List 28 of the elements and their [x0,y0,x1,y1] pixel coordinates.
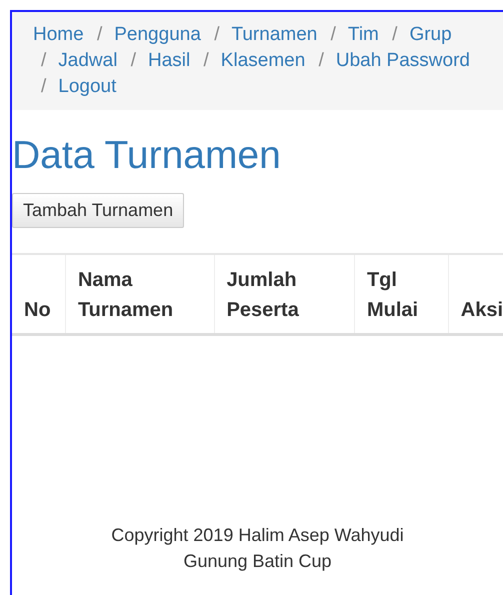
breadcrumb-separator: / [40,50,48,71]
breadcrumb-link[interactable]: Hasil [148,50,190,71]
column-header: Nama Turnamen [65,254,214,334]
breadcrumb-separator: / [330,24,337,45]
footer-text: Gunung Batin Cup [183,550,332,573]
page-title: Data Turnamen [12,134,282,178]
breadcrumb-link[interactable]: Grup [409,24,452,45]
breadcrumb-separator: / [202,50,210,71]
column-header: Aksi [448,254,503,334]
breadcrumb-separator: / [130,50,137,71]
breadcrumb-separator: / [318,50,325,71]
breadcrumb-link[interactable]: Pengguna [114,24,201,45]
breadcrumb-link[interactable]: Turnamen [231,24,318,45]
breadcrumb-separator: / [391,24,398,45]
breadcrumb-separator: / [96,24,104,45]
breadcrumb-separator: / [40,76,48,97]
column-header: Jumlah Peserta [214,254,354,334]
breadcrumb-link[interactable]: Logout [58,76,116,97]
column-header: Tgl Mulai [354,254,448,334]
footer-text: Copyright 2019 Halim Asep Wahyudi [111,524,404,547]
column-header: No [12,254,66,334]
add-tournament-button[interactable]: Tambah Turnamen [12,193,184,228]
breadcrumb-link[interactable]: Tim [348,24,379,45]
breadcrumb-link[interactable]: Ubah Password [336,50,470,71]
breadcrumb-link[interactable]: Jadwal [58,50,118,71]
breadcrumb-separator: / [213,24,220,45]
breadcrumb-link[interactable]: Klasemen [220,50,306,71]
breadcrumb-link[interactable]: Home [33,24,84,45]
